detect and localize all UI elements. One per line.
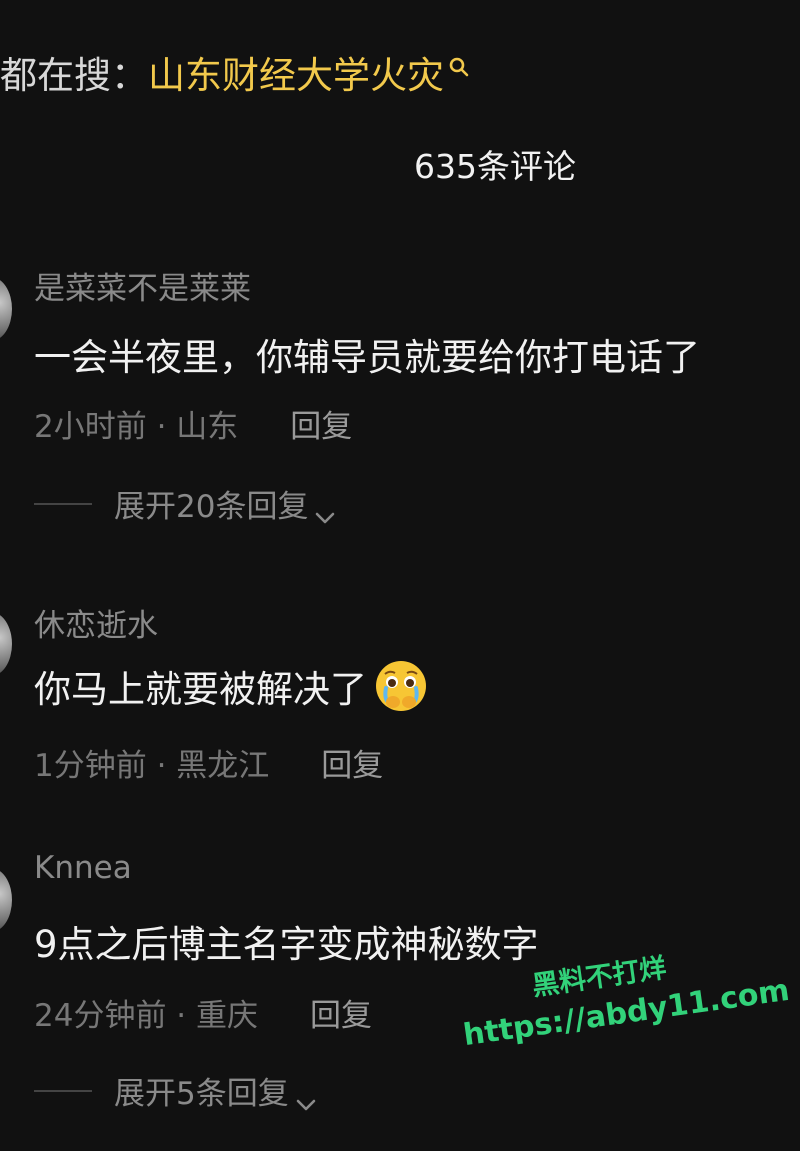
reply-button[interactable]: 回复: [310, 990, 372, 1035]
divider-line: [34, 502, 92, 505]
search-suggestion-bar[interactable]: 都在搜： 山东财经大学火灾: [0, 44, 470, 100]
expand-replies-button[interactable]: 展开5条回复: [34, 1068, 317, 1113]
comment-text-row[interactable]: 你马上就要被解决了: [34, 658, 429, 714]
expand-replies-label: 展开20条回复: [114, 489, 309, 525]
expand-replies-label: 展开5条回复: [114, 1076, 289, 1112]
divider-line: [34, 1089, 92, 1092]
search-icon[interactable]: [448, 50, 470, 78]
comment-meta: 1分钟前 · 黑龙江 回复: [34, 740, 383, 785]
chevron-down-icon: [314, 497, 336, 523]
avatar[interactable]: [0, 277, 12, 341]
avatar[interactable]: [0, 612, 12, 676]
search-prefix: 都在搜：: [0, 54, 148, 97]
crying-face-emoji-icon: [373, 658, 429, 714]
search-term-link[interactable]: 山东财经大学火灾: [148, 45, 444, 99]
avatar[interactable]: [0, 868, 12, 932]
expand-replies-button[interactable]: 展开20条回复: [34, 481, 336, 526]
comment-time-location: 2小时前 · 山东: [34, 409, 239, 445]
comment-text[interactable]: 9点之后博主名字变成神秘数字: [34, 914, 539, 968]
comment-text: 你马上就要被解决了: [34, 668, 367, 711]
comment-time-location: 24分钟前 · 重庆: [34, 998, 259, 1034]
comment-username[interactable]: 是菜菜不是莱莱: [34, 263, 251, 308]
comment-username[interactable]: Knnea: [34, 850, 132, 886]
reply-button[interactable]: 回复: [290, 401, 352, 446]
comment-meta: 24分钟前 · 重庆 回复: [34, 990, 372, 1035]
comment-time-location: 1分钟前 · 黑龙江: [34, 748, 270, 784]
chevron-down-icon: [295, 1084, 317, 1110]
comment-username[interactable]: 休恋逝水: [34, 600, 158, 645]
reply-button[interactable]: 回复: [321, 740, 383, 785]
comment-text[interactable]: 一会半夜里，你辅导员就要给你打电话了: [34, 327, 700, 381]
comment-meta: 2小时前 · 山东 回复: [34, 401, 352, 446]
comment-count-title: 635条评论: [414, 147, 576, 186]
